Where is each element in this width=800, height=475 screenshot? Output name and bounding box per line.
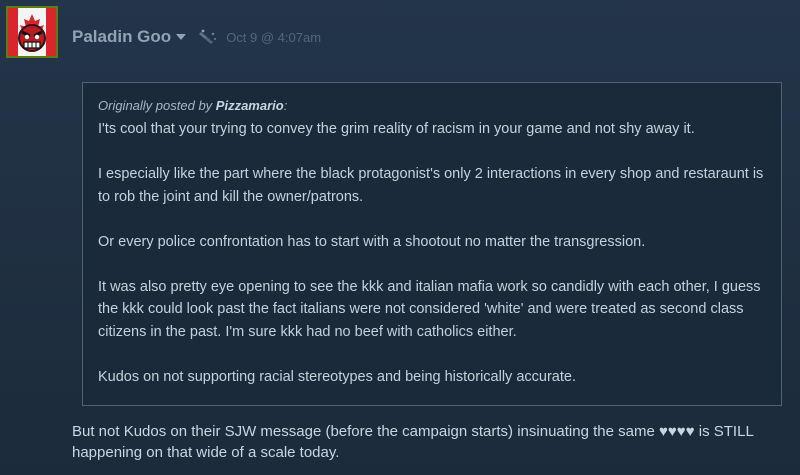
forum-post: Paladin Goo Oct 9 @ 4:07am Originally po… (0, 0, 800, 475)
quote-paragraph: Or every police confrontation has to sta… (98, 233, 646, 250)
user-avatar[interactable] (6, 6, 58, 58)
post-header: Paladin Goo Oct 9 @ 4:07am (72, 26, 321, 48)
quote-paragraph: I'ts cool that your trying to convey the… (98, 121, 695, 137)
reply-text: But not Kudos on their SJW message (befo… (72, 423, 754, 461)
quoted-author-link[interactable]: Pizzamario (216, 98, 284, 113)
quote-header: Originally posted by Pizzamario: (98, 97, 766, 115)
quote-suffix: : (283, 98, 288, 113)
quote-block: Originally posted by Pizzamario: I'ts co… (82, 82, 782, 406)
chevron-down-icon[interactable] (176, 32, 187, 42)
author-name[interactable]: Paladin Goo (72, 27, 171, 47)
quote-paragraph: Kudos on not supporting racial stereotyp… (98, 368, 576, 385)
award-badge-icon[interactable] (198, 28, 218, 46)
post-timestamp: Oct 9 @ 4:07am (226, 29, 322, 45)
angry-face-icon (8, 8, 56, 56)
quote-paragraph: It was also pretty eye opening to see th… (98, 278, 761, 340)
quote-prefix: Originally posted by (98, 98, 213, 113)
quote-paragraph: I especially like the part where the bla… (98, 166, 764, 205)
